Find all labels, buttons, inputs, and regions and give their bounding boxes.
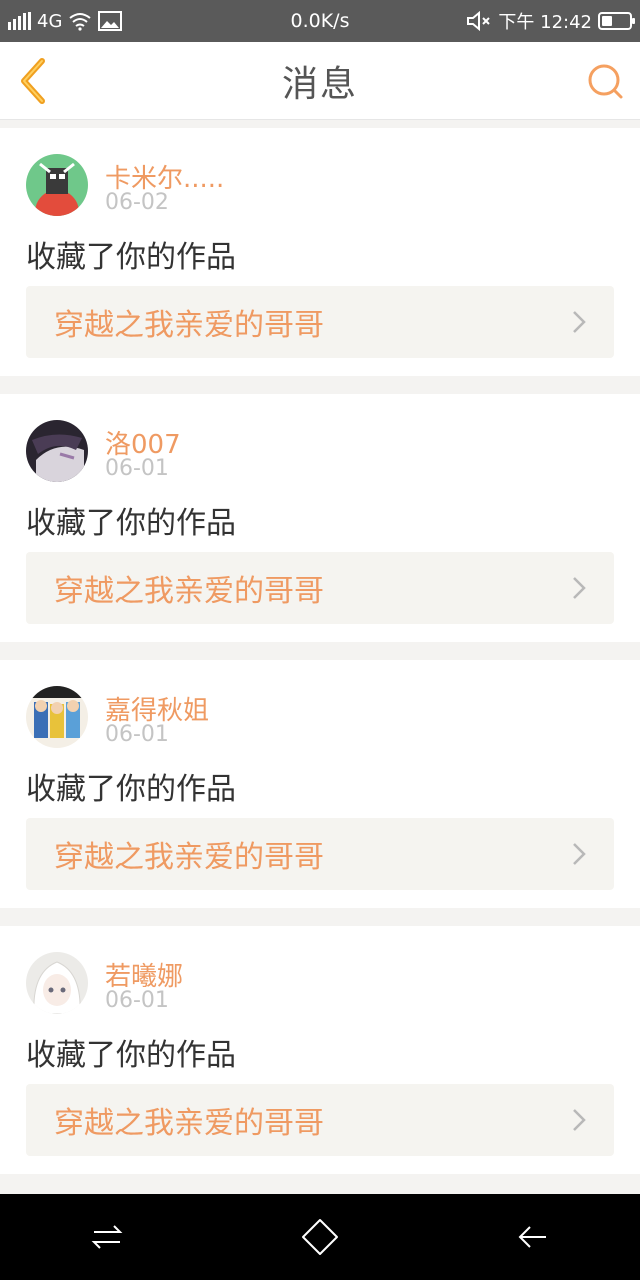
- back-arrow-icon: [21, 58, 45, 104]
- network-type: 4G: [37, 10, 63, 32]
- action-text: 收藏了你的作品: [26, 772, 236, 807]
- home-icon: [301, 1219, 338, 1255]
- work-title: 穿越之我亲爱的哥哥: [54, 308, 324, 343]
- message-card: 嘉得秋姐 06-01 收藏了你的作品 穿越之我亲爱的哥哥: [0, 660, 640, 908]
- status-left: 4G: [8, 10, 123, 32]
- work-link[interactable]: 穿越之我亲爱的哥哥: [26, 818, 614, 890]
- message-card: 若曦娜 06-01 收藏了你的作品 穿越之我亲爱的哥哥: [0, 926, 640, 1174]
- page-title: 消息: [281, 63, 358, 105]
- message-list: 卡米尔..... 06-02 收藏了你的作品 穿越之我亲爱的哥哥 洛007 06…: [0, 128, 640, 1192]
- switch-arrows-icon: [91, 1225, 123, 1249]
- chevron-right-icon: [573, 843, 586, 865]
- message-card: 卡米尔..... 06-02 收藏了你的作品 穿越之我亲爱的哥哥: [0, 128, 640, 376]
- back-button[interactable]: [14, 58, 54, 104]
- work-link[interactable]: 穿越之我亲爱的哥哥: [26, 1084, 614, 1156]
- back-nav-button[interactable]: [503, 1207, 563, 1267]
- header: 消息: [0, 42, 640, 120]
- work-title: 穿越之我亲爱的哥哥: [54, 1106, 324, 1141]
- mute-icon: [467, 11, 491, 31]
- message-date: 06-01: [105, 722, 169, 747]
- wifi-icon: [69, 13, 92, 31]
- message-date: 06-01: [105, 988, 169, 1013]
- chevron-right-icon: [573, 1109, 586, 1131]
- back-icon: [518, 1226, 547, 1248]
- work-title: 穿越之我亲爱的哥哥: [54, 574, 324, 609]
- chevron-right-icon: [573, 311, 586, 333]
- message-date: 06-01: [105, 456, 169, 481]
- system-nav-bar: [0, 1194, 640, 1280]
- home-button[interactable]: [290, 1207, 350, 1267]
- image-notification-icon: [98, 11, 123, 31]
- work-link[interactable]: 穿越之我亲爱的哥哥: [26, 286, 614, 358]
- message-date: 06-02: [105, 190, 169, 215]
- action-text: 收藏了你的作品: [26, 506, 236, 541]
- status-right: 下午 12:42: [466, 8, 635, 34]
- action-text: 收藏了你的作品: [26, 240, 236, 275]
- chevron-right-icon: [573, 577, 586, 599]
- search-button[interactable]: [586, 62, 626, 102]
- signal-icon: [8, 12, 31, 30]
- work-title: 穿越之我亲爱的哥哥: [54, 840, 324, 875]
- avatar[interactable]: [26, 952, 88, 1014]
- message-card: 洛007 06-01 收藏了你的作品 穿越之我亲爱的哥哥: [0, 394, 640, 642]
- avatar[interactable]: [26, 686, 88, 748]
- status-bar: 4G 0.0K/s 下午 12:42: [0, 0, 640, 42]
- battery-icon: [598, 12, 635, 30]
- action-text: 收藏了你的作品: [26, 1038, 236, 1073]
- avatar[interactable]: [26, 420, 88, 482]
- clock: 下午 12:42: [498, 12, 592, 33]
- search-icon: [588, 64, 623, 99]
- recent-apps-button[interactable]: [77, 1207, 137, 1267]
- work-link[interactable]: 穿越之我亲爱的哥哥: [26, 552, 614, 624]
- avatar[interactable]: [26, 154, 88, 216]
